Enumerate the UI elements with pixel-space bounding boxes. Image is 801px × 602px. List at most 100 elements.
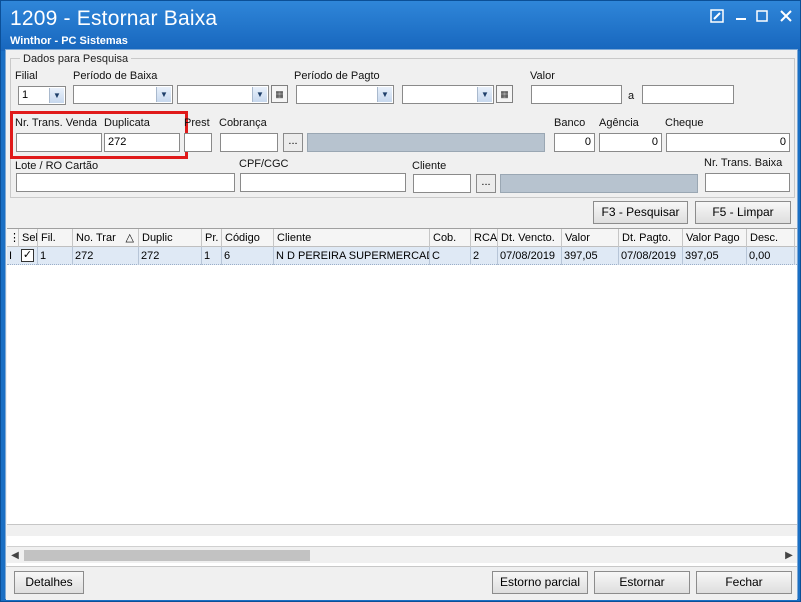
col-dt-pagto[interactable]: Dt. Pagto. (619, 229, 683, 247)
cell-rca: 2 (471, 247, 498, 265)
maximize-icon[interactable] (753, 9, 771, 25)
valor-fim-input[interactable] (642, 85, 734, 104)
client-area: Dados para Pesquisa Filial 1 ▼ Período d… (5, 49, 798, 600)
filial-label: Filial (15, 70, 38, 82)
cell-dt-pagto: 07/08/2019 (619, 247, 683, 265)
cell-desc: 0,00 (747, 247, 795, 265)
cobranca-label: Cobrança (219, 117, 267, 129)
agencia-label: Agência (599, 117, 639, 129)
table-row[interactable]: I ✓ 1 272 272 1 6 N D PEREIRA SUPERMERCA… (7, 247, 797, 265)
scroll-right-icon[interactable]: ▶ (781, 547, 797, 564)
periodo-baixa-label: Período de Baixa (73, 70, 158, 82)
chevron-down-icon[interactable]: ▼ (252, 87, 267, 102)
cliente-input[interactable] (413, 174, 471, 193)
calendar-icon[interactable]: ▦ (496, 85, 513, 103)
prest-input[interactable] (184, 133, 212, 152)
col-duplic[interactable]: Duplic (139, 229, 202, 247)
row-checkbox[interactable]: ✓ (21, 249, 34, 262)
cell-valor: 397,05 (562, 247, 619, 265)
scroll-left-icon[interactable]: ◀ (7, 547, 23, 564)
valor-label: Valor (530, 70, 555, 82)
horizontal-scrollbar[interactable]: ◀ ▶ (7, 546, 797, 563)
edit-icon[interactable] (708, 9, 726, 25)
detalhes-button[interactable]: Detalhes (14, 571, 84, 594)
cell-no-trans: 272 (73, 247, 139, 265)
col-desc[interactable]: Desc. (747, 229, 795, 247)
col-dt-vencto[interactable]: Dt. Vencto. (498, 229, 562, 247)
col-codigo[interactable]: Código (222, 229, 274, 247)
col-valor[interactable]: Valor (562, 229, 619, 247)
periodo-pagto-label: Período de Pagto (294, 70, 380, 82)
cell-pr: 1 (202, 247, 222, 265)
col-cob[interactable]: Cob. (430, 229, 471, 247)
valor-separator: a (628, 90, 635, 102)
results-grid[interactable]: ⋮ Sel Fil. No. Trar △ Duplic Pr. Código … (7, 228, 797, 572)
cliente-label: Cliente (412, 160, 447, 172)
chevron-down-icon[interactable]: ▼ (49, 88, 64, 103)
cliente-description (500, 174, 698, 193)
window-subtitle: Winthor - PC Sistemas (10, 35, 128, 47)
cell-duplic: 272 (139, 247, 202, 265)
nr-trans-baixa-label: Nr. Trans. Baixa (704, 157, 783, 169)
periodo-baixa-inicio[interactable]: ▼ (73, 85, 173, 104)
calendar-icon[interactable]: ▦ (271, 85, 288, 103)
cell-cob: C (430, 247, 471, 265)
banco-label: Banco (554, 117, 586, 129)
row-select-cell[interactable]: ✓ (19, 247, 38, 265)
agencia-input[interactable]: 0 (599, 133, 662, 152)
col-valor-pago[interactable]: Valor Pago (683, 229, 747, 247)
grid-header: ⋮ Sel Fil. No. Trar △ Duplic Pr. Código … (7, 229, 797, 247)
highlight-box (10, 111, 188, 159)
chevron-down-icon[interactable]: ▼ (156, 87, 171, 102)
cheque-input[interactable]: 0 (666, 133, 790, 152)
periodo-baixa-fim[interactable]: ▼ (177, 85, 269, 104)
grid-menu-icon[interactable]: ⋮ (7, 229, 19, 247)
prest-label: Prest (184, 117, 210, 129)
pesquisar-button[interactable]: F3 - Pesquisar (593, 201, 688, 224)
grid-footer (7, 524, 797, 536)
periodo-pagto-inicio[interactable]: ▼ (296, 85, 394, 104)
cpf-input[interactable] (240, 173, 406, 192)
chevron-down-icon[interactable]: ▼ (377, 87, 392, 102)
col-cliente[interactable]: Cliente (274, 229, 430, 247)
bottom-bar: Detalhes Estorno parcial Estornar Fechar (6, 566, 797, 600)
limpar-button[interactable]: F5 - Limpar (695, 201, 791, 224)
scroll-thumb[interactable] (24, 550, 310, 561)
cliente-lookup-button[interactable]: ... (476, 174, 496, 193)
minimize-icon[interactable] (732, 9, 750, 25)
close-icon[interactable] (777, 9, 795, 25)
cobranca-lookup-button[interactable]: ... (283, 133, 303, 152)
sort-asc-icon: △ (125, 232, 134, 244)
row-indicator: I (9, 250, 13, 262)
col-no-trans-label: No. Trar (76, 232, 116, 244)
filial-select[interactable]: 1 ▼ (18, 86, 66, 105)
cell-codigo: 6 (222, 247, 274, 265)
cobranca-description (307, 133, 545, 152)
cobranca-input[interactable] (220, 133, 278, 152)
nr-trans-baixa-input[interactable] (705, 173, 790, 192)
cpf-label: CPF/CGC (239, 158, 289, 170)
cell-cliente: N D PEREIRA SUPERMERCADO (274, 247, 430, 265)
col-rca[interactable]: RCA (471, 229, 498, 247)
cell-dt-vencto: 07/08/2019 (498, 247, 562, 265)
lote-label: Lote / RO Cartão (15, 160, 99, 172)
cheque-label: Cheque (665, 117, 704, 129)
periodo-pagto-fim[interactable]: ▼ (402, 85, 494, 104)
col-fil[interactable]: Fil. (38, 229, 73, 247)
cell-fil: 1 (38, 247, 73, 265)
estorno-parcial-button[interactable]: Estorno parcial (492, 571, 588, 594)
lote-input[interactable] (16, 173, 235, 192)
col-no-trans[interactable]: No. Trar △ (73, 229, 139, 247)
estornar-button[interactable]: Estornar (594, 571, 690, 594)
cell-valor-pago: 397,05 (683, 247, 747, 265)
fechar-button[interactable]: Fechar (696, 571, 792, 594)
col-sel[interactable]: Sel (19, 229, 38, 247)
col-pr[interactable]: Pr. (202, 229, 222, 247)
banco-input[interactable]: 0 (554, 133, 595, 152)
chevron-down-icon[interactable]: ▼ (477, 87, 492, 102)
app-window: 1209 - Estornar Baixa Winthor - PC Siste… (0, 0, 801, 602)
window-title: 1209 - Estornar Baixa (10, 7, 218, 30)
valor-inicio-input[interactable] (531, 85, 622, 104)
group-title: Dados para Pesquisa (20, 53, 132, 65)
title-bar[interactable]: 1209 - Estornar Baixa Winthor - PC Siste… (1, 1, 800, 51)
